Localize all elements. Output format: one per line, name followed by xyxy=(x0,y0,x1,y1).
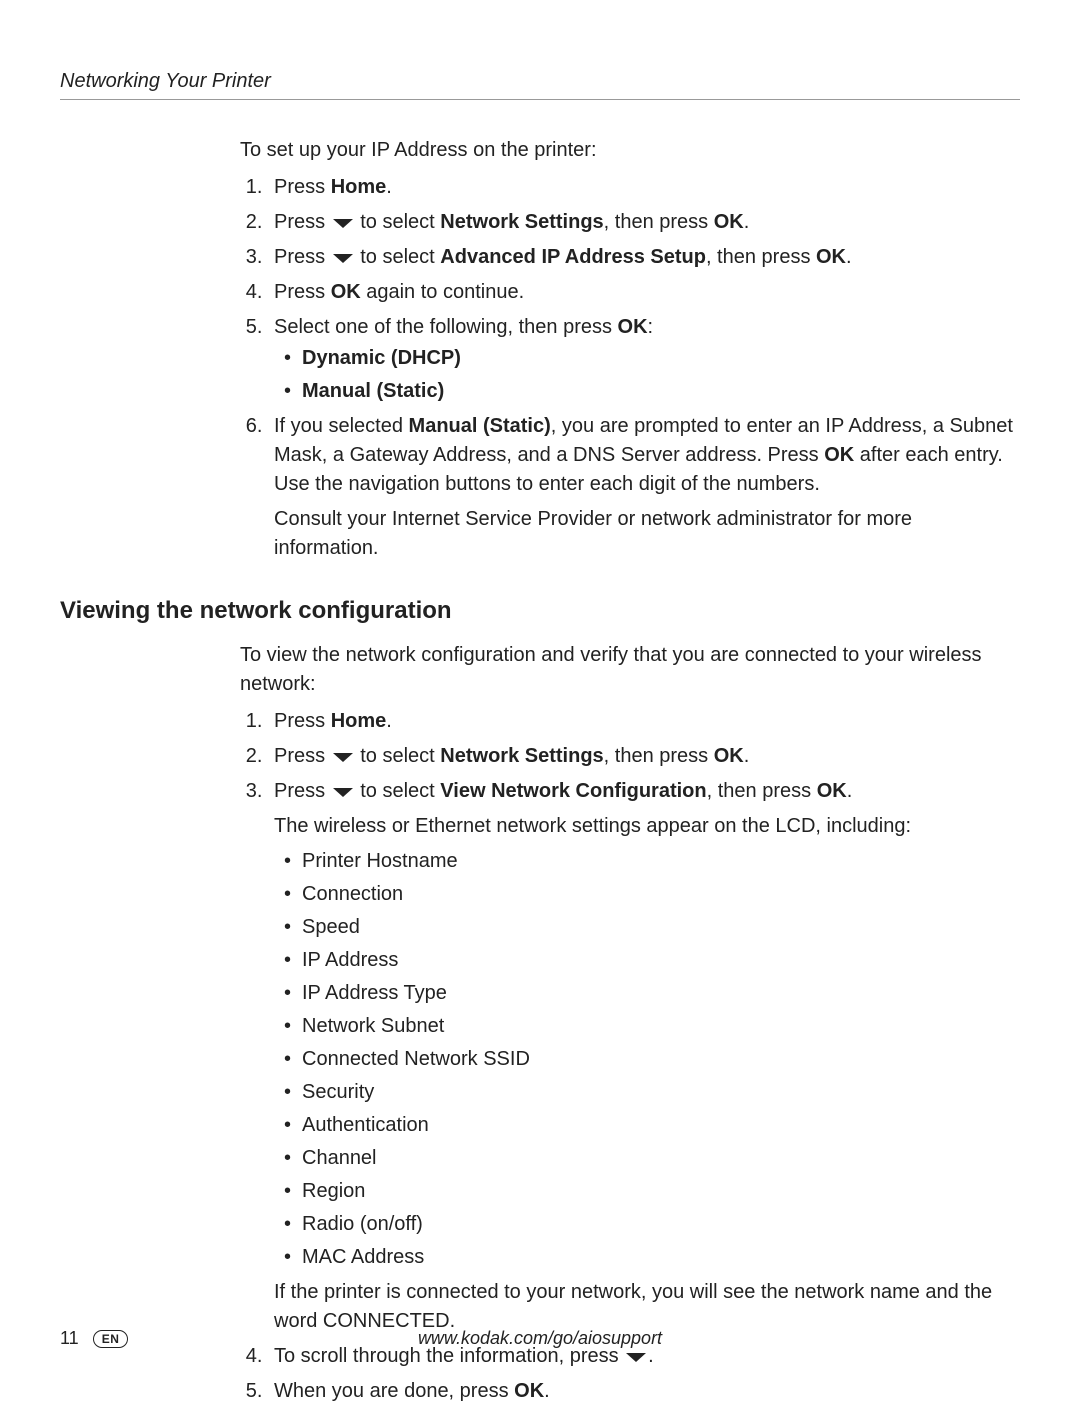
section-title: Networking Your Printer xyxy=(60,70,271,92)
vn-step-5: When you are done, press OK. xyxy=(268,1377,1020,1406)
down-arrow-icon xyxy=(331,780,355,802)
step-6: If you selected Manual (Static), you are… xyxy=(268,412,1020,563)
step-2: Press to select Network Settings, then p… xyxy=(268,208,1020,237)
step-1: Press Home. xyxy=(268,173,1020,202)
setup-ip-section: To set up your IP Address on the printer… xyxy=(240,136,1020,563)
list-item: Radio (on/off) xyxy=(284,1210,1020,1239)
step-6-note: Consult your Internet Service Provider o… xyxy=(274,505,1020,563)
step-5-options: Dynamic (DHCP) Manual (Static) xyxy=(284,344,1020,406)
view-network-section: To view the network configuration and ve… xyxy=(240,641,1020,1406)
list-item: IP Address xyxy=(284,946,1020,975)
vn-step-1: Press Home. xyxy=(268,707,1020,736)
list-item: Region xyxy=(284,1177,1020,1206)
setup-ip-steps: Press Home. Press to select Network Sett… xyxy=(240,173,1020,563)
list-item: MAC Address xyxy=(284,1243,1020,1272)
list-item: Network Subnet xyxy=(284,1012,1020,1041)
footer-url: www.kodak.com/go/aiosupport xyxy=(60,1328,1020,1349)
list-item: Channel xyxy=(284,1144,1020,1173)
list-item: Authentication xyxy=(284,1111,1020,1140)
down-arrow-icon xyxy=(331,246,355,268)
down-arrow-icon xyxy=(331,211,355,233)
view-network-steps: Press Home. Press to select Network Sett… xyxy=(240,707,1020,1406)
page: Networking Your Printer To set up your I… xyxy=(0,0,1080,1397)
vn-step-2: Press to select Network Settings, then p… xyxy=(268,742,1020,771)
down-arrow-icon xyxy=(331,745,355,767)
list-item: Printer Hostname xyxy=(284,847,1020,876)
step-5: Select one of the following, then press … xyxy=(268,313,1020,406)
vn-step-3: Press to select View Network Configurati… xyxy=(268,777,1020,1336)
view-network-intro: To view the network configuration and ve… xyxy=(240,641,1020,699)
setup-ip-intro: To set up your IP Address on the printer… xyxy=(240,136,1020,165)
option-dhcp: Dynamic (DHCP) xyxy=(284,344,1020,373)
list-item: IP Address Type xyxy=(284,979,1020,1008)
list-item: Speed xyxy=(284,913,1020,942)
list-item: Connection xyxy=(284,880,1020,909)
network-settings-list: Printer Hostname Connection Speed IP Add… xyxy=(284,847,1020,1272)
option-manual: Manual (Static) xyxy=(284,377,1020,406)
step-4: Press OK again to continue. xyxy=(268,278,1020,307)
page-footer: www.kodak.com/go/aiosupport 11 EN xyxy=(60,1328,1020,1349)
list-item: Security xyxy=(284,1078,1020,1107)
vn-step-3-after: The wireless or Ethernet network setting… xyxy=(274,812,1020,841)
section-heading-view-network: Viewing the network configuration xyxy=(60,597,1020,625)
running-header: Networking Your Printer xyxy=(60,70,1020,100)
list-item: Connected Network SSID xyxy=(284,1045,1020,1074)
step-3: Press to select Advanced IP Address Setu… xyxy=(268,243,1020,272)
